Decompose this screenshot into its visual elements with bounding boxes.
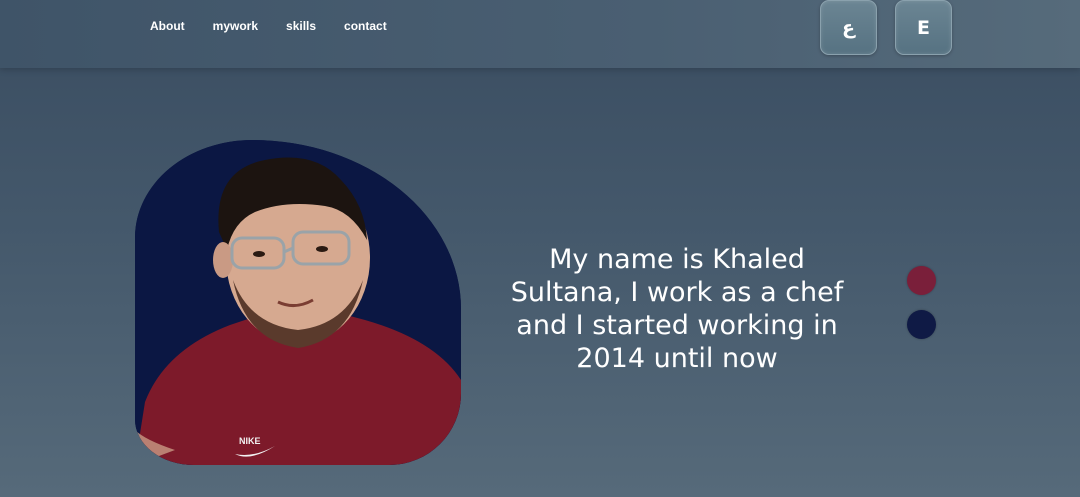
top-navbar: About mywork skills contact ع E	[0, 0, 1080, 68]
main-nav: About mywork skills contact	[150, 19, 387, 33]
english-language-button[interactable]: E	[895, 0, 952, 55]
nav-about-link[interactable]: About	[150, 19, 185, 33]
nav-contact-link[interactable]: contact	[344, 19, 387, 33]
nike-logo-text: NIKE	[239, 436, 261, 446]
profile-photo: NIKE	[135, 140, 461, 465]
navy-theme-dot[interactable]	[907, 310, 936, 339]
nav-mywork-link[interactable]: mywork	[213, 19, 258, 33]
profile-photo-illustration: NIKE	[135, 140, 461, 465]
nav-skills-link[interactable]: skills	[286, 19, 316, 33]
arabic-language-button[interactable]: ع	[820, 0, 877, 55]
bio-text: My name is Khaled Sultana, I work as a c…	[510, 244, 844, 374]
red-theme-dot[interactable]	[907, 266, 936, 295]
